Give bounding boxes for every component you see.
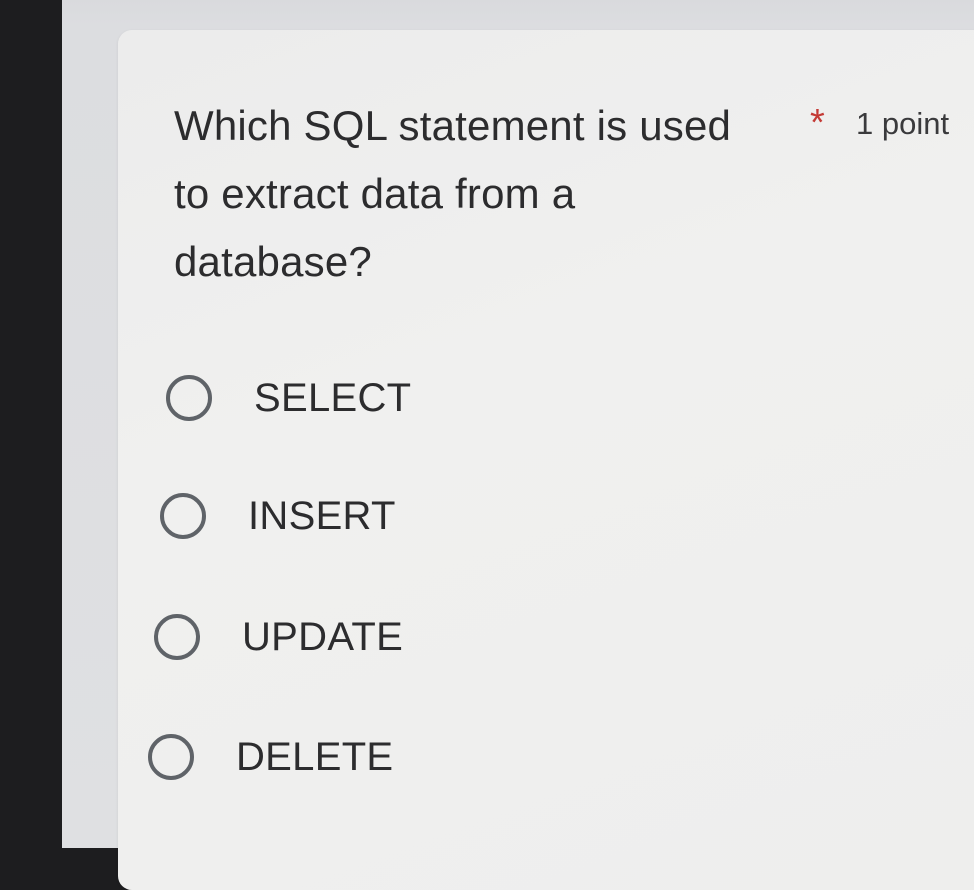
question-title: Which SQL statement is used to extract d… <box>174 92 774 296</box>
question-title-line: Which SQL statement is used <box>174 102 732 149</box>
question-title-line: to extract data from a <box>174 170 576 217</box>
radio-button[interactable] <box>166 375 212 421</box>
radio-button[interactable] <box>160 493 206 539</box>
option-update[interactable]: UPDATE <box>154 614 403 660</box>
required-asterisk: * <box>810 102 825 144</box>
option-label: INSERT <box>248 493 396 538</box>
option-insert[interactable]: INSERT <box>160 493 396 539</box>
points-label: 1 point <box>856 106 950 141</box>
option-select[interactable]: SELECT <box>166 375 411 421</box>
radio-button[interactable] <box>148 734 194 780</box>
option-label: UPDATE <box>242 614 404 659</box>
option-label: DELETE <box>236 734 394 779</box>
question-title-line: database? <box>174 238 372 285</box>
radio-button[interactable] <box>154 614 200 660</box>
option-delete[interactable]: DELETE <box>148 734 393 780</box>
option-label: SELECT <box>254 375 412 420</box>
